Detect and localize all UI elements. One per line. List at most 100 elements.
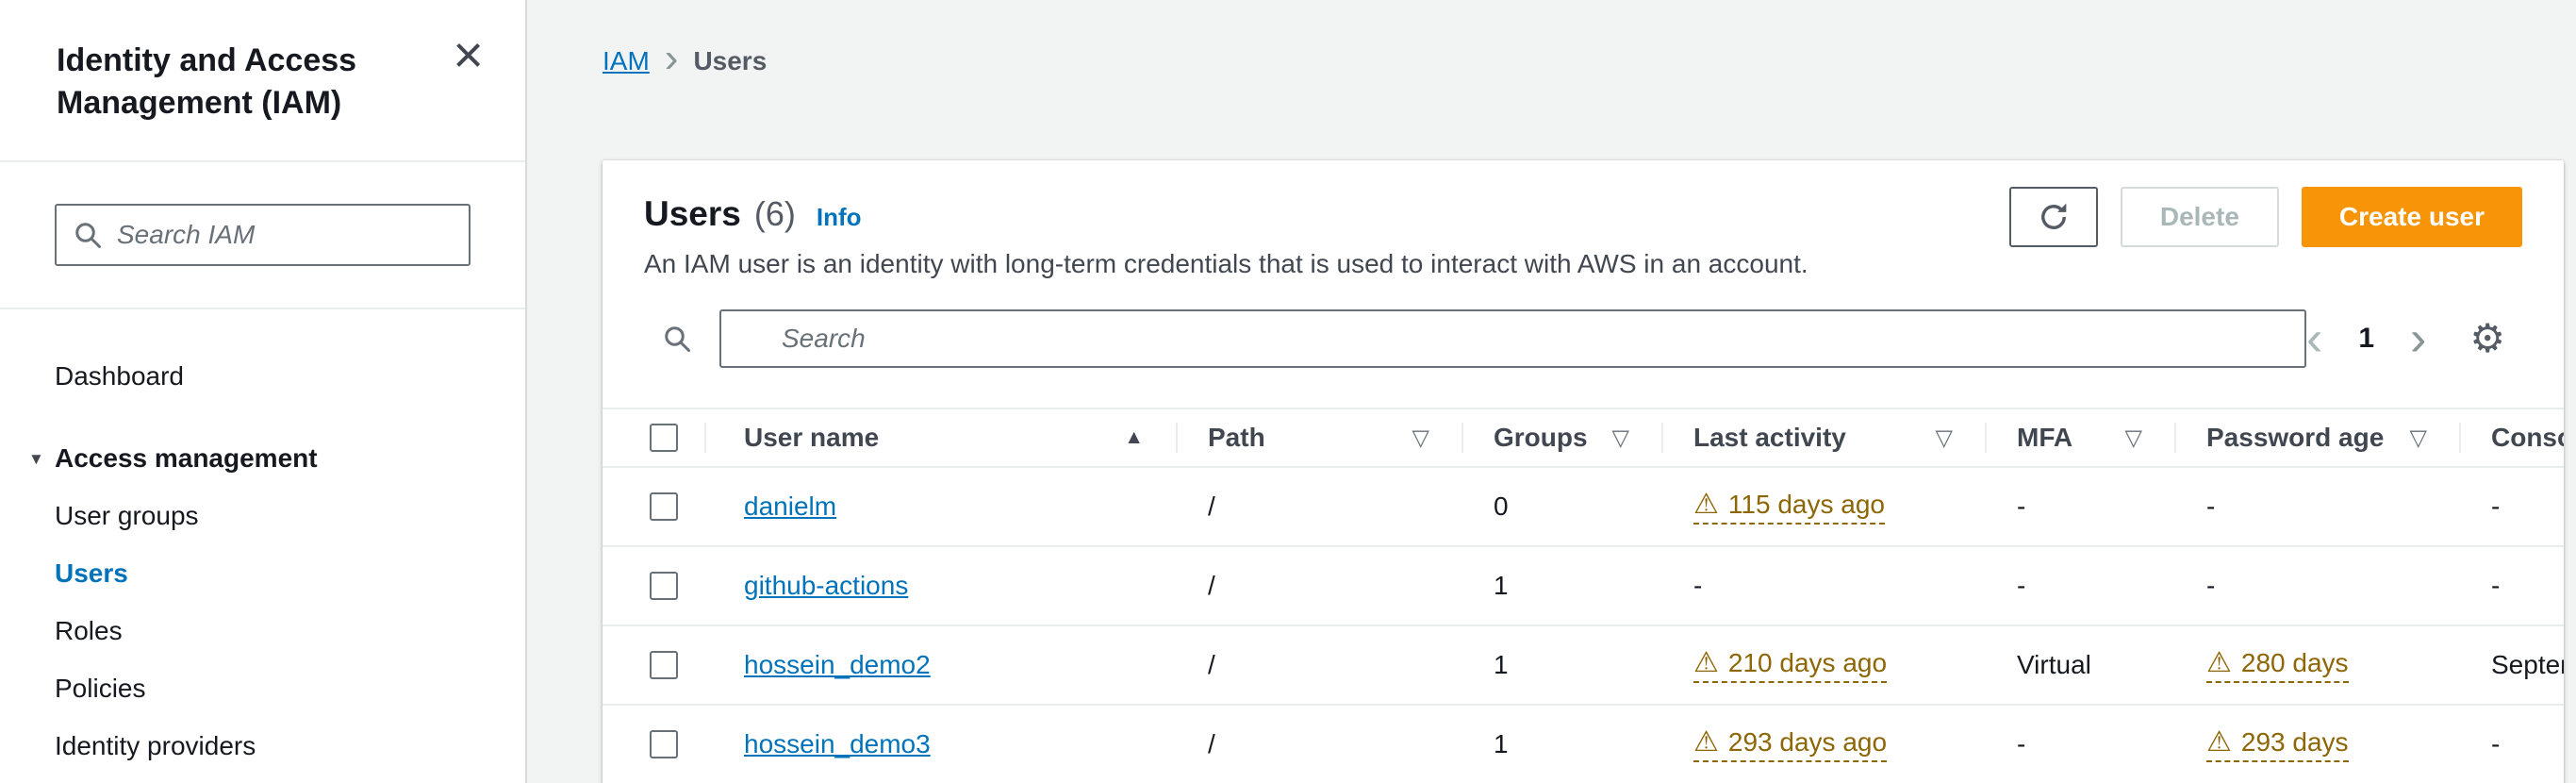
user-name-link[interactable]: github-actions xyxy=(744,571,908,600)
pagination-prev-icon[interactable]: ‹ xyxy=(2306,314,2322,363)
warning-icon: ⚠ xyxy=(1693,647,1719,678)
column-header-last-activity[interactable]: Last activity ▽ xyxy=(1663,409,1987,466)
password-age-cell: ⚠ 293 days xyxy=(2176,727,2461,762)
console-signin-value: - xyxy=(2491,491,2501,521)
select-all-cell xyxy=(603,409,706,466)
sidebar-item-dashboard[interactable]: Dashboard xyxy=(55,347,471,405)
sortable-icon: ▽ xyxy=(2124,425,2142,451)
last-activity-warning[interactable]: ⚠ 115 days ago xyxy=(1693,490,1885,525)
last-activity-value: - xyxy=(1693,571,1703,600)
table-search-input[interactable] xyxy=(719,309,2306,368)
sidebar-search-input[interactable] xyxy=(55,203,471,266)
iam-sidebar: Identity and Access Management (IAM) × D… xyxy=(0,0,527,783)
path-value: / xyxy=(1208,729,1215,758)
create-user-button[interactable]: Create user xyxy=(2301,187,2522,247)
column-label: Path xyxy=(1208,423,1265,452)
groups-count-popover[interactable]: 1 xyxy=(1494,650,1509,680)
column-header-path[interactable]: Path ▽ xyxy=(1178,409,1463,466)
console-signin-cell: September xyxy=(2461,650,2564,680)
sortable-icon: ▽ xyxy=(1611,425,1629,451)
column-label: Last activity xyxy=(1693,423,1846,452)
breadcrumb-link-iam[interactable]: IAM xyxy=(603,46,650,76)
groups-cell: 1 xyxy=(1463,571,1663,601)
sidebar-item-user-groups[interactable]: User groups xyxy=(55,487,471,544)
password-age-value: 293 days xyxy=(2240,726,2349,757)
preferences-gear-icon[interactable]: ⚙ xyxy=(2469,319,2505,358)
mfa-value: Virtual xyxy=(2017,650,2091,679)
refresh-button[interactable] xyxy=(2008,187,2098,247)
table-search-box xyxy=(644,309,2306,368)
column-header-groups[interactable]: Groups ▽ xyxy=(1463,409,1663,466)
pagination-next-icon[interactable]: › xyxy=(2410,314,2426,363)
path-cell: / xyxy=(1178,650,1463,680)
last-activity-cell: ⚠ 210 days ago xyxy=(1663,648,1987,683)
sidebar-title: Identity and Access Management (IAM) xyxy=(57,42,357,121)
page-title: Users xyxy=(644,194,741,233)
mfa-cell: - xyxy=(1987,571,2176,601)
user-name-cell: github-actions xyxy=(706,571,1178,601)
sidebar-section-label: Access management xyxy=(55,442,318,473)
table-header-row: User name ▲ Path ▽ Groups ▽ Last activit… xyxy=(603,408,2564,468)
last-activity-cell: - xyxy=(1663,571,1987,601)
sidebar-item-policies[interactable]: Policies xyxy=(55,659,471,717)
search-icon xyxy=(665,326,690,352)
warning-icon: ⚠ xyxy=(2206,726,2232,758)
password-age-value: - xyxy=(2206,571,2216,600)
password-age-cell: - xyxy=(2176,571,2461,601)
main-content: IAM › Users Users (6) Info Delete Create… xyxy=(527,0,2576,783)
sidebar-nav: Dashboard ▼ Access management User group… xyxy=(0,309,525,775)
users-count: (6) xyxy=(753,194,796,233)
row-checkbox[interactable] xyxy=(650,492,678,521)
panel-description: An IAM user is an identity with long-ter… xyxy=(644,249,1808,278)
user-name-link[interactable]: hossein_demo2 xyxy=(744,650,931,679)
warning-icon: ⚠ xyxy=(1693,726,1719,758)
last-activity-warning[interactable]: ⚠ 293 days ago xyxy=(1693,726,1888,762)
password-age-warning[interactable]: ⚠ 293 days xyxy=(2206,727,2349,762)
column-label: MFA xyxy=(2017,423,2073,452)
pagination-page-1[interactable]: 1 xyxy=(2356,325,2376,353)
sidebar-item-users[interactable]: Users xyxy=(55,544,471,602)
panel-header: Users (6) Info Delete Create user xyxy=(603,187,2564,247)
mfa-value: - xyxy=(2017,729,2026,758)
close-icon[interactable]: × xyxy=(453,28,484,81)
last-activity-cell: ⚠ 293 days ago xyxy=(1663,727,1987,762)
groups-count-popover[interactable]: 1 xyxy=(1494,729,1509,759)
console-signin-cell: - xyxy=(2461,571,2564,601)
console-signin-value: September xyxy=(2491,650,2564,679)
user-name-link[interactable]: hossein_demo3 xyxy=(744,729,931,758)
column-label: User name xyxy=(744,423,880,452)
delete-button[interactable]: Delete xyxy=(2120,187,2279,247)
user-name-link[interactable]: danielm xyxy=(744,491,836,521)
mfa-value: - xyxy=(2017,491,2026,521)
table-row: hossein_demo2 / 1 ⚠ 210 days ago Virtual… xyxy=(603,626,2564,706)
sidebar-search-box xyxy=(55,203,471,266)
column-header-user-name[interactable]: User name ▲ xyxy=(706,409,1178,466)
sidebar-item-identity-providers[interactable]: Identity providers xyxy=(55,717,471,775)
row-checkbox[interactable] xyxy=(650,730,678,758)
password-age-cell: - xyxy=(2176,491,2461,522)
last-activity-warning[interactable]: ⚠ 210 days ago xyxy=(1693,647,1888,683)
select-all-checkbox[interactable] xyxy=(650,424,678,452)
panel-actions: Delete Create user xyxy=(2008,187,2522,247)
row-select-cell xyxy=(603,492,706,521)
path-value: / xyxy=(1208,491,1215,521)
column-header-mfa[interactable]: MFA ▽ xyxy=(1987,409,2176,466)
caret-down-icon: ▼ xyxy=(28,449,44,468)
user-name-cell: hossein_demo2 xyxy=(706,650,1178,680)
info-link[interactable]: Info xyxy=(817,203,862,232)
table-row: hossein_demo3 / 1 ⚠ 293 days ago - ⚠ 293… xyxy=(603,706,2564,783)
console-signin-value: - xyxy=(2491,571,2501,600)
app-root: Identity and Access Management (IAM) × D… xyxy=(0,0,2576,783)
sidebar-section-access-management[interactable]: ▼ Access management xyxy=(28,429,471,487)
column-header-password-age[interactable]: Password age ▽ xyxy=(2176,409,2461,466)
column-header-console-last-signin[interactable]: Console last sign-in xyxy=(2461,409,2564,466)
last-activity-value: 210 days ago xyxy=(1727,647,1888,677)
sidebar-item-roles[interactable]: Roles xyxy=(55,602,471,659)
row-checkbox[interactable] xyxy=(650,572,678,600)
table-toolbar: ‹ 1 › ⚙ xyxy=(603,309,2564,368)
mfa-cell: - xyxy=(1987,491,2176,522)
mfa-cell: - xyxy=(1987,729,2176,759)
row-checkbox[interactable] xyxy=(650,651,678,679)
groups-count-popover[interactable]: 1 xyxy=(1494,571,1509,601)
password-age-warning[interactable]: ⚠ 280 days xyxy=(2206,648,2349,683)
